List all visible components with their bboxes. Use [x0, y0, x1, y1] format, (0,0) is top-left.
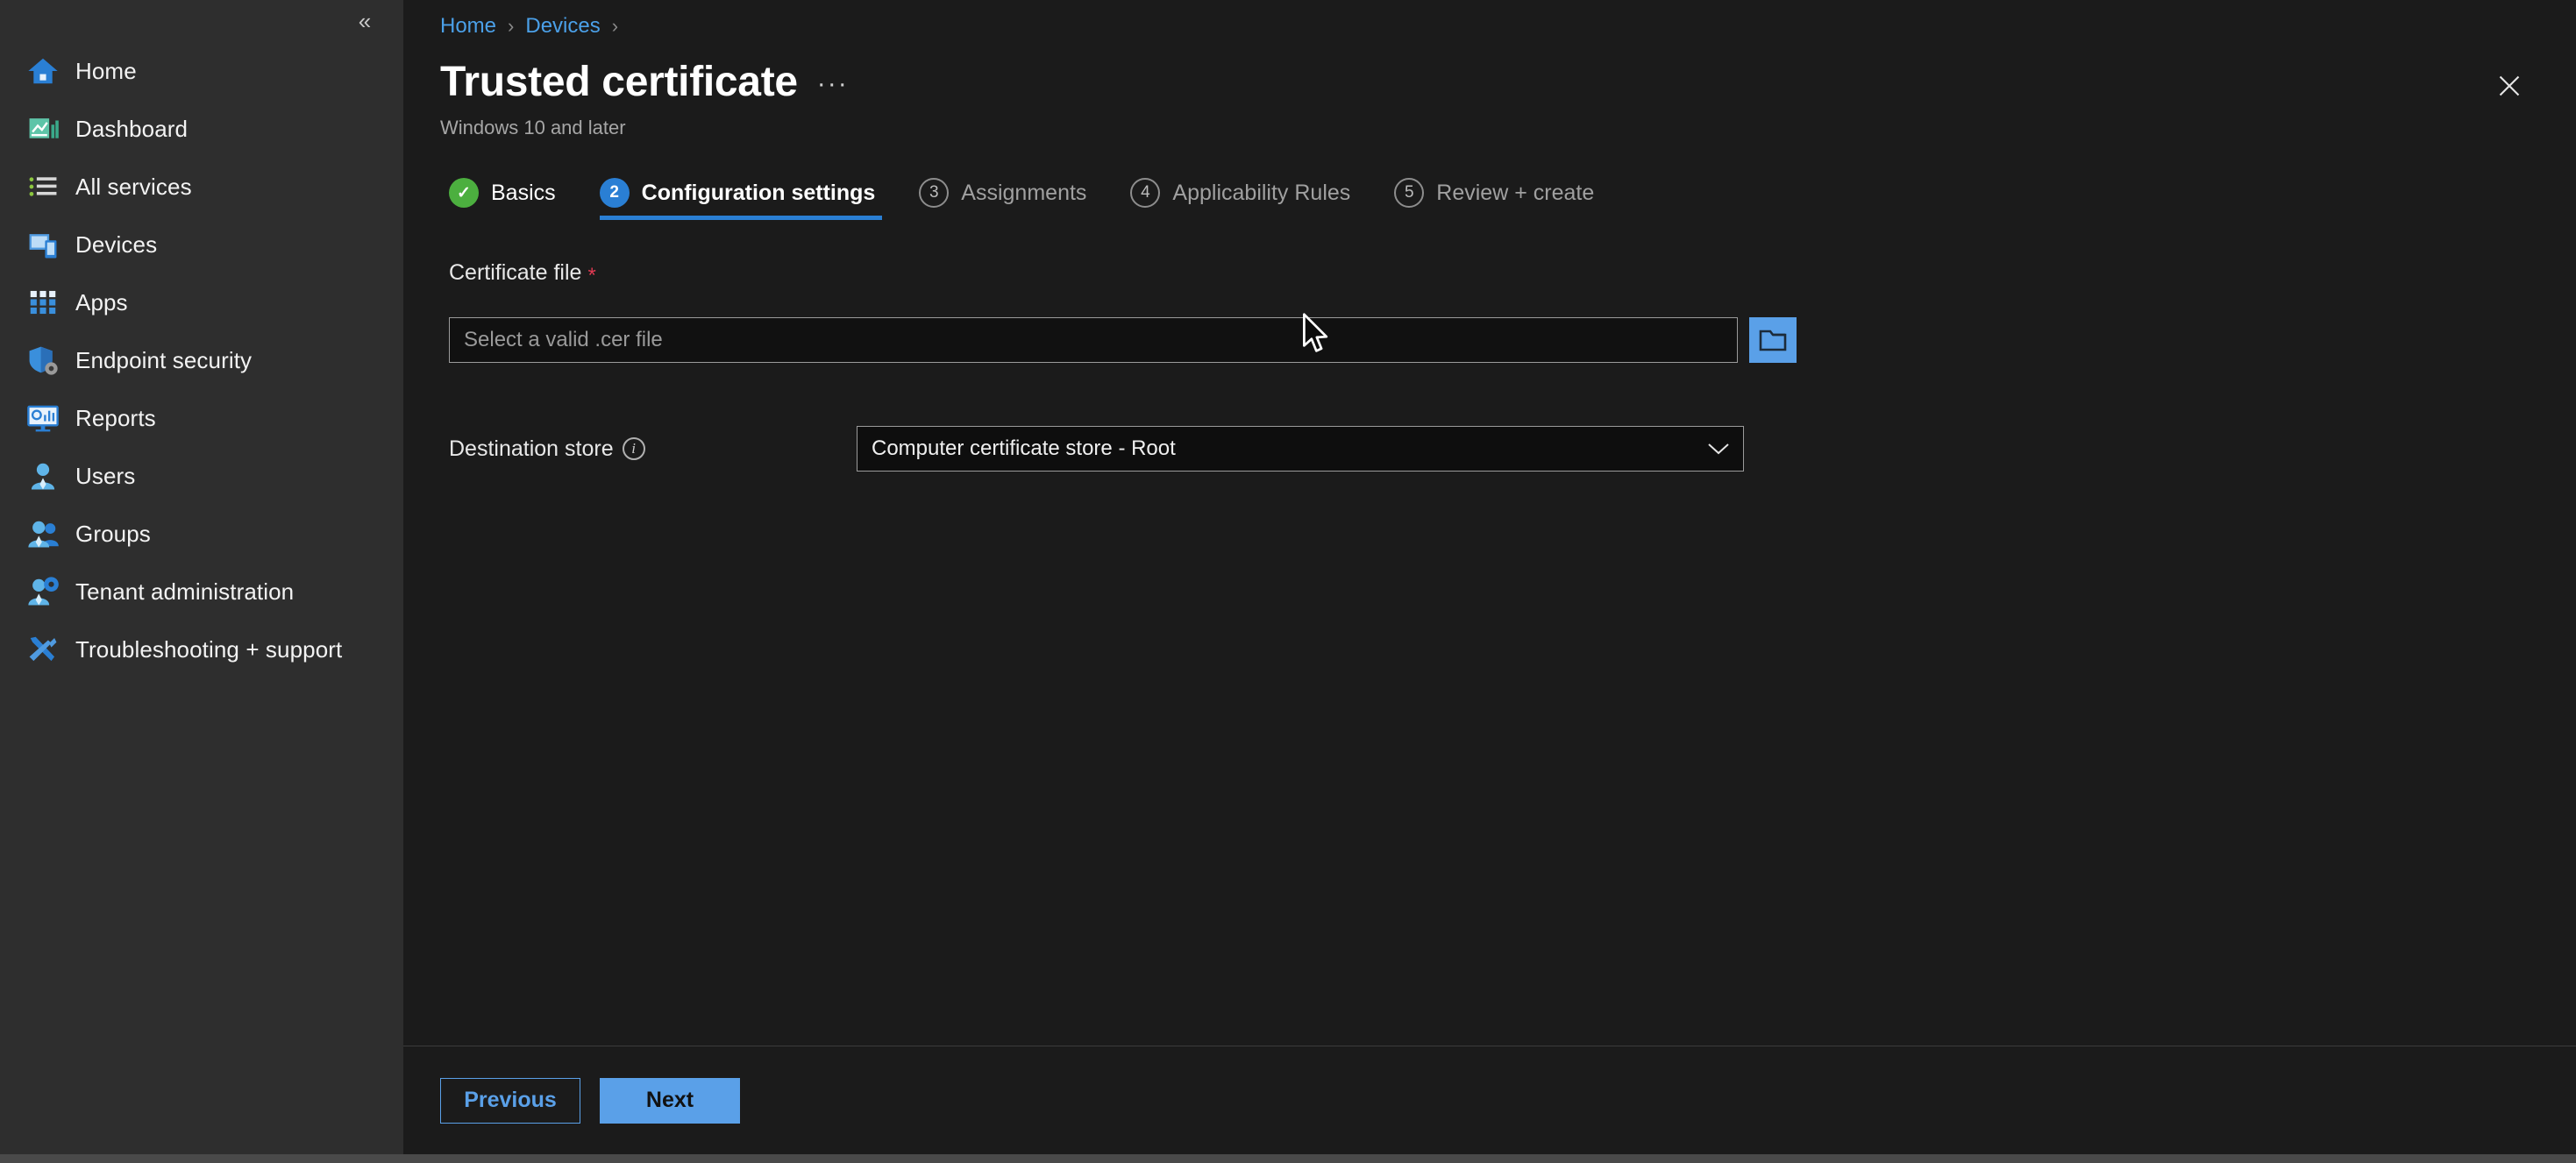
- step-number-badge: 4: [1130, 178, 1160, 208]
- destination-store-select-wrap: Computer certificate store - Root: [857, 426, 1744, 472]
- page-title: Trusted certificate: [440, 58, 798, 106]
- step-number-badge: 2: [600, 178, 630, 208]
- dashboard-icon: [26, 112, 60, 145]
- user-icon: [26, 459, 60, 493]
- previous-button[interactable]: Previous: [440, 1078, 580, 1124]
- blade-panel: Home › Devices › Trusted certificate ···…: [403, 0, 2576, 1154]
- configuration-form: Certificate file * Destination store: [403, 220, 2576, 472]
- certificate-file-row: [449, 317, 2576, 363]
- required-marker: *: [587, 266, 595, 287]
- more-options-button[interactable]: ···: [817, 71, 849, 97]
- wizard-step-label: Assignments: [961, 181, 1086, 206]
- sidebar-item-groups[interactable]: Groups: [0, 505, 403, 563]
- sidebar-item-label: Home: [75, 58, 137, 85]
- blade-content: Home › Devices › Trusted certificate ···…: [403, 0, 2576, 1046]
- sidebar-item-label: Endpoint security: [75, 347, 252, 374]
- sidebar-item-label: Groups: [75, 521, 151, 548]
- wizard-step-basics[interactable]: ✓ Basics: [449, 178, 580, 220]
- sidebar-item-label: Users: [75, 463, 135, 490]
- step-number-badge: 5: [1394, 178, 1424, 208]
- user-gear-icon: [26, 575, 60, 608]
- certificate-file-input[interactable]: [449, 317, 1738, 363]
- sidebar-item-label: Dashboard: [75, 116, 188, 143]
- check-icon: ✓: [449, 178, 479, 208]
- certificate-file-label-row: Certificate file *: [449, 260, 2576, 286]
- wizard-step-label: Basics: [491, 181, 556, 206]
- app-root: « Home Dashboard: [0, 0, 2576, 1163]
- browse-file-button[interactable]: [1749, 317, 1797, 363]
- next-button[interactable]: Next: [600, 1078, 740, 1124]
- breadcrumb: Home › Devices ›: [403, 0, 2576, 39]
- sidebar-item-dashboard[interactable]: Dashboard: [0, 100, 403, 158]
- sidebar-item-label: Tenant administration: [75, 578, 294, 606]
- sidebar-item-label: Apps: [75, 289, 128, 316]
- destination-store-select[interactable]: Computer certificate store - Root: [857, 426, 1744, 472]
- step-number-badge: 3: [919, 178, 949, 208]
- all-services-icon: [26, 170, 60, 203]
- close-icon: [2497, 74, 2522, 98]
- wizard-steps: ✓ Basics 2 Configuration settings 3 Assi…: [403, 139, 2576, 220]
- sidebar-item-all-services[interactable]: All services: [0, 158, 403, 216]
- sidebar-collapse-button[interactable]: «: [347, 5, 382, 37]
- wizard-step-label: Applicability Rules: [1172, 181, 1350, 206]
- wizard-step-label: Review + create: [1436, 181, 1594, 206]
- blade-footer: Previous Next: [403, 1046, 2576, 1154]
- window-bottom-strip: [0, 1154, 2576, 1163]
- sidebar-item-label: Troubleshooting + support: [75, 636, 342, 663]
- wizard-step-applicability-rules[interactable]: 4 Applicability Rules: [1130, 178, 1375, 220]
- collapse-chevrons-icon: «: [359, 10, 371, 32]
- destination-store-label: Destination store: [449, 436, 614, 462]
- sidebar: « Home Dashboard: [0, 0, 403, 1154]
- shield-gear-icon: [26, 344, 60, 377]
- sidebar-item-label: Reports: [75, 405, 156, 432]
- destination-store-label-box: Destination store i: [449, 436, 857, 462]
- sidebar-item-endpoint-security[interactable]: Endpoint security: [0, 331, 403, 389]
- chevron-right-icon: ›: [508, 17, 514, 36]
- breadcrumb-item-home[interactable]: Home: [440, 14, 496, 39]
- destination-store-row: Destination store i Computer certificate…: [449, 426, 2576, 472]
- groups-icon: [26, 517, 60, 550]
- wizard-step-assignments[interactable]: 3 Assignments: [919, 178, 1111, 220]
- reports-icon: [26, 401, 60, 435]
- sidebar-item-devices[interactable]: Devices: [0, 216, 403, 273]
- devices-icon: [26, 228, 60, 261]
- title-row: Trusted certificate ···: [403, 39, 2576, 106]
- home-icon: [26, 54, 60, 88]
- destination-store-selected-value: Computer certificate store - Root: [872, 436, 1176, 461]
- certificate-file-label: Certificate file: [449, 260, 581, 286]
- chevron-right-icon: ›: [612, 17, 618, 36]
- sidebar-item-reports[interactable]: Reports: [0, 389, 403, 447]
- sidebar-item-label: Devices: [75, 231, 157, 259]
- folder-icon: [1759, 328, 1787, 352]
- sidebar-item-tenant-administration[interactable]: Tenant administration: [0, 563, 403, 621]
- sidebar-nav: Home Dashboard All services: [0, 42, 403, 678]
- sidebar-item-troubleshooting-support[interactable]: Troubleshooting + support: [0, 621, 403, 678]
- wizard-step-review-create[interactable]: 5 Review + create: [1394, 178, 1619, 220]
- wizard-step-configuration-settings[interactable]: 2 Configuration settings: [600, 178, 900, 220]
- sidebar-item-apps[interactable]: Apps: [0, 273, 403, 331]
- page-subtitle: Windows 10 and later: [403, 106, 2576, 139]
- sidebar-item-users[interactable]: Users: [0, 447, 403, 505]
- info-icon[interactable]: i: [623, 437, 645, 460]
- sidebar-item-label: All services: [75, 174, 192, 201]
- sidebar-item-home[interactable]: Home: [0, 42, 403, 100]
- breadcrumb-item-devices[interactable]: Devices: [525, 14, 600, 39]
- close-blade-button[interactable]: [2485, 61, 2534, 110]
- wizard-step-label: Configuration settings: [642, 181, 876, 206]
- tools-icon: [26, 633, 60, 666]
- apps-icon: [26, 286, 60, 319]
